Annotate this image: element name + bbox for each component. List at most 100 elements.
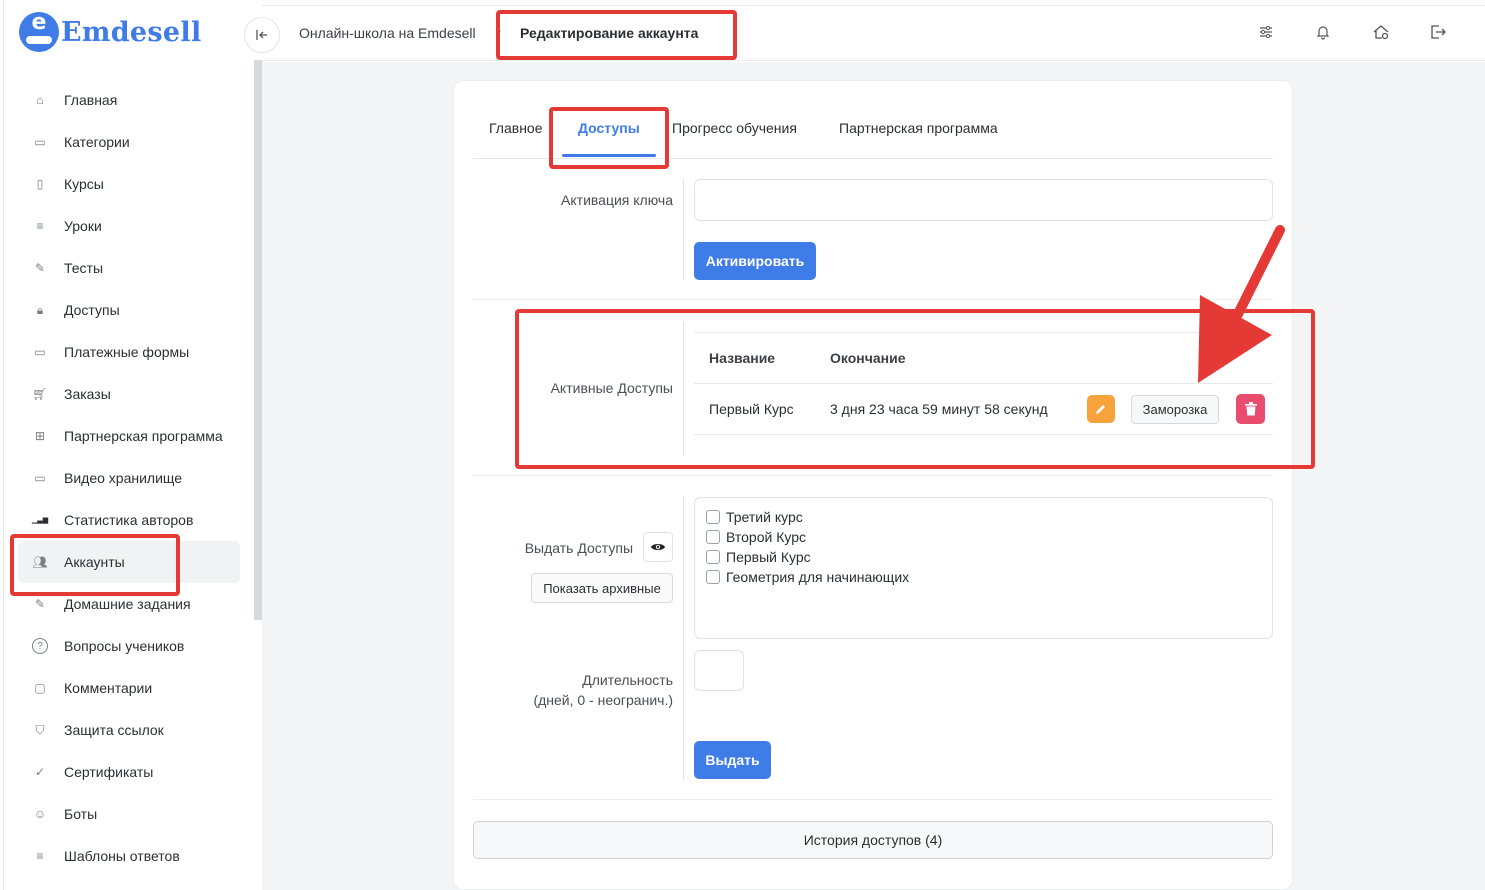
sidebar-item-0[interactable]: ⌂ Главная [18,79,240,121]
edit-access-button[interactable] [1087,395,1115,423]
gift-icon: ⊞ [34,429,46,443]
list-icon: ≡ [36,219,44,233]
bar-chart-icon: ▁▃▆ [31,517,49,524]
question-icon: ? [32,638,48,654]
delete-access-button[interactable] [1236,394,1265,424]
home-icon: ⌂ [36,93,44,107]
course-checkbox-label: Первый Курс [726,549,811,565]
sidebar-item-18[interactable]: ≡ Шаблоны ответов [18,835,240,877]
course-checkbox[interactable] [706,570,720,584]
collapse-sidebar-button[interactable] [244,17,280,53]
sidebar-item-11[interactable]: 👥︎ Аккаунты [18,541,240,583]
toggle-visibility-button[interactable] [643,532,673,562]
logo-icon: e [19,10,59,52]
course-checkbox-item[interactable]: Геометрия для начинающих [706,569,909,585]
bell-icon[interactable] [1313,22,1333,42]
duration-input[interactable] [694,650,744,691]
tab-partner[interactable]: Партнерская программа [839,120,998,136]
sidebar-item-4[interactable]: ✎ Тесты [18,247,240,289]
activate-button[interactable]: Активировать [694,242,816,280]
edit-icon: ✎ [34,261,46,275]
video-icon: ▭ [34,471,46,485]
duration-hint: (дней, 0 - неогранич.) [533,692,673,708]
key-activation-label: Активация ключа [561,192,673,208]
shield-icon: ⛉ [35,722,45,737]
course-checkbox-item[interactable]: Первый Курс [706,549,811,565]
tab-main[interactable]: Главное [489,120,543,136]
logout-icon[interactable] [1428,22,1448,42]
key-activation-input[interactable] [694,179,1273,221]
show-archived-button[interactable]: Показать архивные [531,573,673,603]
sidebar-item-label: Доступы [64,302,120,318]
sidebar-item-label: Аккаунты [64,554,125,570]
sidebar-item-label: Курсы [64,176,104,192]
access-course-name: Первый Курс [709,401,794,417]
breadcrumb-parent[interactable]: Онлайн-школа на Emdesell [299,25,476,41]
sidebar-nav: ⌂ Главная ▭ Категории ▯ Курсы ≡ Уроки ✎ Тесты 🔒︎ До… [18,79,240,877]
grant-access-label: Выдать Доступы [524,540,633,556]
sidebar-item-7[interactable]: 🛒︎ Заказы [18,373,240,415]
robot-icon: ☺ [33,807,47,821]
sidebar: e Emdesell ⌂ Главная ▭ Категории ▯ Курсы ≡ Урок… [3,0,263,890]
sidebar-item-14[interactable]: ▢ Комментарии [18,667,240,709]
eye-icon [651,544,665,550]
sidebar-item-9[interactable]: ▭ Видео хранилище [18,457,240,499]
grant-button[interactable]: Выдать [694,741,771,779]
access-history-button[interactable]: История доступов (4) [473,821,1273,859]
sidebar-item-12[interactable]: ✎ Домашние задания [18,583,240,625]
logo[interactable]: e Emdesell [19,10,202,52]
course-checkbox-label: Второй Курс [726,529,806,545]
chevron-right-icon: › [497,23,502,38]
comment-icon: ▢ [34,681,46,695]
collapse-icon [256,30,267,40]
book-icon: ▯ [36,177,44,191]
sidebar-item-17[interactable]: ☺ Боты [18,793,240,835]
pencil-icon: ✎ [34,597,46,611]
course-checkbox-item[interactable]: Третий курс [706,509,803,525]
sidebar-item-label: Тесты [64,260,104,276]
sidebar-item-label: Уроки [64,218,102,234]
sidebar-item-label: Комментарии [64,680,153,696]
course-checkbox-item[interactable]: Второй Курс [706,529,806,545]
logo-text: Emdesell [61,16,202,48]
sidebar-item-3[interactable]: ≡ Уроки [18,205,240,247]
sidebar-item-label: Вопросы учеников [64,638,185,654]
trash-icon [1244,402,1257,416]
sidebar-item-16[interactable]: ✓ Сертификаты [18,751,240,793]
course-checkbox[interactable] [706,510,720,524]
sidebar-item-label: Главная [64,92,118,108]
cart-icon: 🛒︎ [32,387,48,401]
users-icon: 👥︎ [32,555,48,569]
pencil-icon [1096,405,1105,414]
sliders-icon[interactable] [1256,22,1276,42]
access-ends-value: 3 дня 23 часа 59 минут 58 секунд [830,401,1048,417]
sidebar-item-5[interactable]: 🔒︎ Доступы [18,289,240,331]
sidebar-item-label: Сертификаты [64,764,154,780]
sidebar-item-label: Видео хранилище [64,470,183,486]
sidebar-item-10[interactable]: ▁▃▆ Статистика авторов [18,499,240,541]
sidebar-item-8[interactable]: ⊞ Партнерская программа [18,415,240,457]
sidebar-item-6[interactable]: ▭ Платежные формы [18,331,240,373]
column-header-name: Название [709,350,776,366]
active-tab-indicator [562,154,656,157]
sidebar-item-label: Домашние задания [64,596,191,612]
sidebar-item-label: Партнерская программа [64,428,223,444]
sidebar-item-label: Боты [64,806,98,822]
tab-progress[interactable]: Прогресс обучения [672,120,797,136]
duration-label: Длительность [582,672,673,688]
sidebar-item-label: Шаблоны ответов [64,848,180,864]
freeze-button[interactable]: Заморозка [1131,395,1219,424]
lock-icon: 🔒︎ [36,302,44,317]
sidebar-item-label: Заказы [64,386,111,402]
course-checkbox[interactable] [706,550,720,564]
sidebar-item-1[interactable]: ▭ Категории [18,121,240,163]
sidebar-item-13[interactable]: ? Вопросы учеников [18,625,240,667]
sidebar-item-15[interactable]: ⛉ Защита ссылок [18,709,240,751]
sidebar-item-2[interactable]: ▯ Курсы [18,163,240,205]
folder-icon: ▭ [34,135,46,149]
credit-card-icon: ▭ [34,345,46,359]
course-checkbox[interactable] [706,530,720,544]
tab-access[interactable]: Доступы [578,120,640,136]
sidebar-item-label: Защита ссылок [64,722,164,738]
home-settings-icon[interactable] [1371,22,1391,42]
